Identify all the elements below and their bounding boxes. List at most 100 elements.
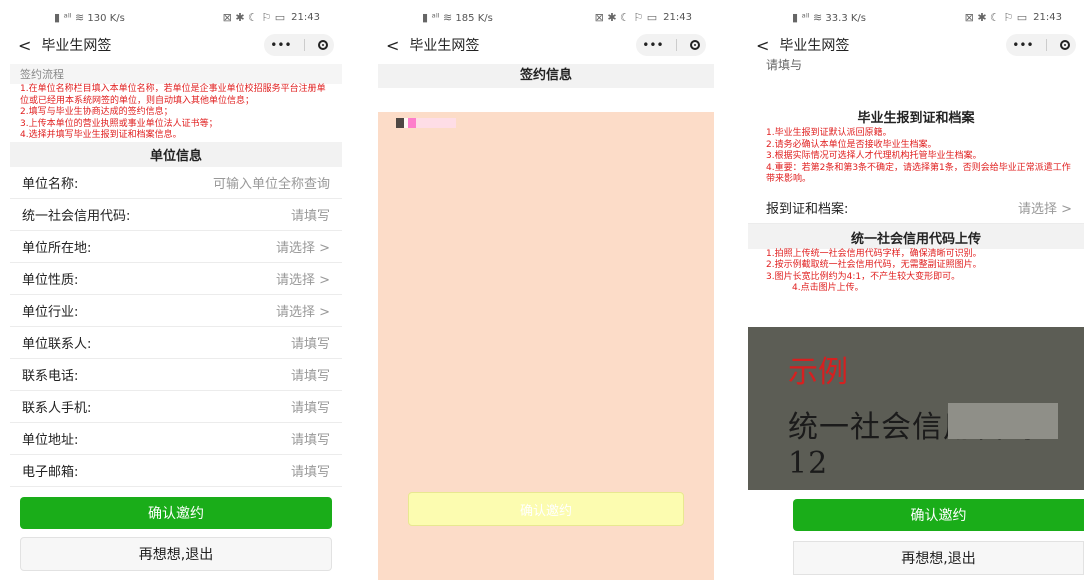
instruction-item: 1.在单位名称栏目填入本单位名称，若单位是企事业单位校招服务平台注册单位或已经用… — [20, 84, 326, 106]
status-time: 21:43 — [663, 11, 692, 23]
capsule-divider — [676, 39, 678, 51]
back-icon[interactable]: < — [386, 36, 399, 55]
row-value[interactable]: 请选择 > — [276, 237, 330, 256]
status-right: ⊠ ✱ ☾ ⚐ ▭ 21:43 — [595, 11, 692, 24]
status-right: ⊠ ✱ ☾ ⚐ ▭ 21:43 — [965, 11, 1062, 24]
row-label: 联系人手机: — [22, 400, 92, 416]
redacted-code — [948, 403, 1058, 439]
capsule-divider — [304, 39, 306, 51]
partial-text: 请填与 — [766, 58, 803, 72]
status-right: ⊠ ✱ ☾ ⚐ ▭ 21:43 — [223, 11, 320, 24]
note-item: 3.图片长宽比例约为4:1，不产生较大变形即可。 — [766, 271, 961, 282]
more-icon[interactable]: ••• — [1012, 38, 1033, 52]
row-label: 统一社会信用代码: — [22, 208, 131, 224]
nav-title: 毕业生网签 — [409, 38, 480, 54]
more-icon[interactable]: ••• — [270, 38, 291, 52]
note-item: 4.重要：若第2条和第3条不确定，请选择第1条，否则会给毕业正常派遣工作带来影响… — [766, 162, 1071, 185]
close-target-icon[interactable] — [317, 40, 328, 50]
instruction-list: 1.在单位名称栏目填入本单位名称，若单位是企事业单位校招服务平台注册单位或已经用… — [10, 84, 342, 142]
note-item: 1.毕业生报到证默认派回原籍。 — [766, 128, 892, 138]
status-left: ▮ ᵃˡˡ ≋ 185 K/s — [422, 11, 493, 24]
form-row-nature[interactable]: 单位性质: 请选择 > — [10, 263, 342, 295]
row-value[interactable]: 可输入单位全称查询 — [213, 173, 330, 192]
form-row-industry[interactable]: 单位行业: 请选择 > — [10, 295, 342, 327]
system-icons: ⊠ ✱ ☾ ⚐ ▭ — [964, 10, 1028, 24]
row-label: 单位名称: — [22, 176, 79, 192]
status-time: 21:43 — [291, 11, 320, 23]
confirm-invite-button[interactable]: 确认邀约 — [793, 499, 1084, 531]
signal-icon: ▮ ᵃˡˡ ≋ — [54, 10, 85, 24]
form-row-phone[interactable]: 联系电话: 请填写 — [10, 359, 342, 391]
confirm-invite-button-faded[interactable]: 确认邀约 — [408, 492, 684, 526]
example-upload-image[interactable]: 示例 统一社会信用代码 12 — [748, 327, 1084, 490]
confirm-invite-button[interactable]: 确认邀约 — [20, 496, 332, 529]
exit-button[interactable]: 再想想,退出 — [793, 541, 1084, 575]
form-row-unit-name[interactable]: 单位名称: 可输入单位全称查询 — [10, 167, 342, 199]
example-tag: 示例 — [788, 355, 848, 390]
nav-title: 毕业生网签 — [779, 38, 850, 54]
row-label: 联系电话: — [22, 368, 79, 384]
nav-bar: < 毕业生网签 ••• — [748, 34, 1084, 56]
row-value[interactable]: 请填写 — [291, 397, 330, 416]
row-value[interactable]: 请填写 — [291, 333, 330, 352]
exit-button[interactable]: 再想想,退出 — [20, 536, 332, 571]
form-rows: 单位名称: 可输入单位全称查询 统一社会信用代码: 请填写 单位所在地: 请选择 > … — [10, 167, 342, 487]
nav-bar: < 毕业生网签 ••• — [378, 34, 714, 56]
status-left: ▮ ᵃˡˡ ≋ 130 K/s — [54, 11, 125, 24]
note-item: 2.按示例截取统一社会信用代码，无需整副证照图片。 — [766, 260, 982, 270]
section-title-upload: 统一社会信用代码上传 — [748, 223, 1084, 249]
row-label: 单位地址: — [22, 432, 79, 448]
nav-title: 毕业生网签 — [41, 38, 112, 54]
close-target-icon[interactable] — [689, 40, 700, 50]
row-value[interactable]: 请填写 — [291, 461, 330, 480]
row-label: 单位联系人: — [22, 336, 92, 352]
system-icons: ⊠ ✱ ☾ ⚐ ▭ — [222, 10, 286, 24]
form-row-contact[interactable]: 单位联系人: 请填写 — [10, 327, 342, 359]
row-value[interactable]: 请选择 > — [1018, 198, 1072, 217]
process-label: 签约流程 — [10, 64, 342, 84]
section-title-unit-info: 单位信息 — [10, 141, 342, 167]
row-value[interactable]: 请填写 — [291, 429, 330, 448]
row-label: 报到证和档案: — [766, 201, 849, 217]
row-value[interactable]: 请选择 > — [276, 269, 330, 288]
network-speed: 33.3 K/s — [825, 12, 867, 24]
row-value[interactable]: 请填写 — [291, 205, 330, 224]
instruction-item: 4.选择并填写毕业生报到证和档案信息。 — [20, 130, 182, 140]
form-row-address[interactable]: 单位地址: 请填写 — [10, 423, 342, 455]
form-row-mobile[interactable]: 联系人手机: 请填写 — [10, 391, 342, 423]
phone-screen-report-archive: ▮ ᵃˡˡ ≋ 33.3 K/s ⊠ ✱ ☾ ⚐ ▭ 21:43 < 毕业生网签… — [748, 0, 1084, 580]
row-label: 单位性质: — [22, 272, 79, 288]
close-target-icon[interactable] — [1059, 40, 1070, 50]
form-row-email[interactable]: 电子邮箱: 请填写 — [10, 455, 342, 487]
more-icon[interactable]: ••• — [642, 38, 663, 52]
status-bar: ▮ ᵃˡˡ ≋ 185 K/s ⊠ ✱ ☾ ⚐ ▭ 21:43 — [378, 0, 714, 34]
mini-program-capsule: ••• — [1006, 34, 1076, 56]
status-time: 21:43 — [1033, 11, 1062, 23]
section-title-signing-info: 签约信息 — [378, 64, 714, 88]
back-icon[interactable]: < — [18, 36, 31, 55]
system-icons: ⊠ ✱ ☾ ⚐ ▭ — [594, 10, 658, 24]
note-item: 4.点击图片上传。 — [792, 283, 864, 293]
section-title-report-archive: 毕业生报到证和档案 — [857, 111, 975, 126]
mini-program-capsule: ••• — [636, 34, 706, 56]
note-item: 3.根据实际情况可选择人才代理机构托管毕业生档案。 — [766, 151, 982, 161]
row-value[interactable]: 请选择 > — [276, 301, 330, 320]
signal-icon: ▮ ᵃˡˡ ≋ — [792, 10, 823, 24]
status-bar: ▮ ᵃˡˡ ≋ 33.3 K/s ⊠ ✱ ☾ ⚐ ▭ 21:43 — [748, 0, 1084, 34]
row-label: 电子邮箱: — [22, 464, 79, 480]
network-speed: 185 K/s — [455, 12, 493, 24]
nav-bar: < 毕业生网签 ••• — [10, 34, 342, 56]
row-label: 单位所在地: — [22, 240, 92, 256]
report-notes: 1.毕业生报到证默认派回原籍。 2.请务必确认本单位是否接收毕业生档案。 3.根… — [748, 128, 1084, 186]
status-bar: ▮ ᵃˡˡ ≋ 130 K/s ⊠ ✱ ☾ ⚐ ▭ 21:43 — [10, 0, 342, 34]
note-item: 1.拍照上传统一社会信用代码字样，确保清晰可识别。 — [766, 248, 982, 259]
back-icon[interactable]: < — [756, 36, 769, 55]
instruction-item: 3.上传本单位的营业执照或事业单位法人证书等； — [20, 118, 218, 129]
rendering-artifact — [396, 118, 456, 128]
form-row-location[interactable]: 单位所在地: 请选择 > — [10, 231, 342, 263]
row-value[interactable]: 请填写 — [291, 365, 330, 384]
status-left: ▮ ᵃˡˡ ≋ 33.3 K/s — [792, 11, 866, 24]
form-row-credit-code[interactable]: 统一社会信用代码: 请填写 — [10, 199, 342, 231]
network-speed: 130 K/s — [87, 12, 125, 24]
form-row-report-archive[interactable]: 报到证和档案: 请选择 > — [748, 192, 1084, 224]
